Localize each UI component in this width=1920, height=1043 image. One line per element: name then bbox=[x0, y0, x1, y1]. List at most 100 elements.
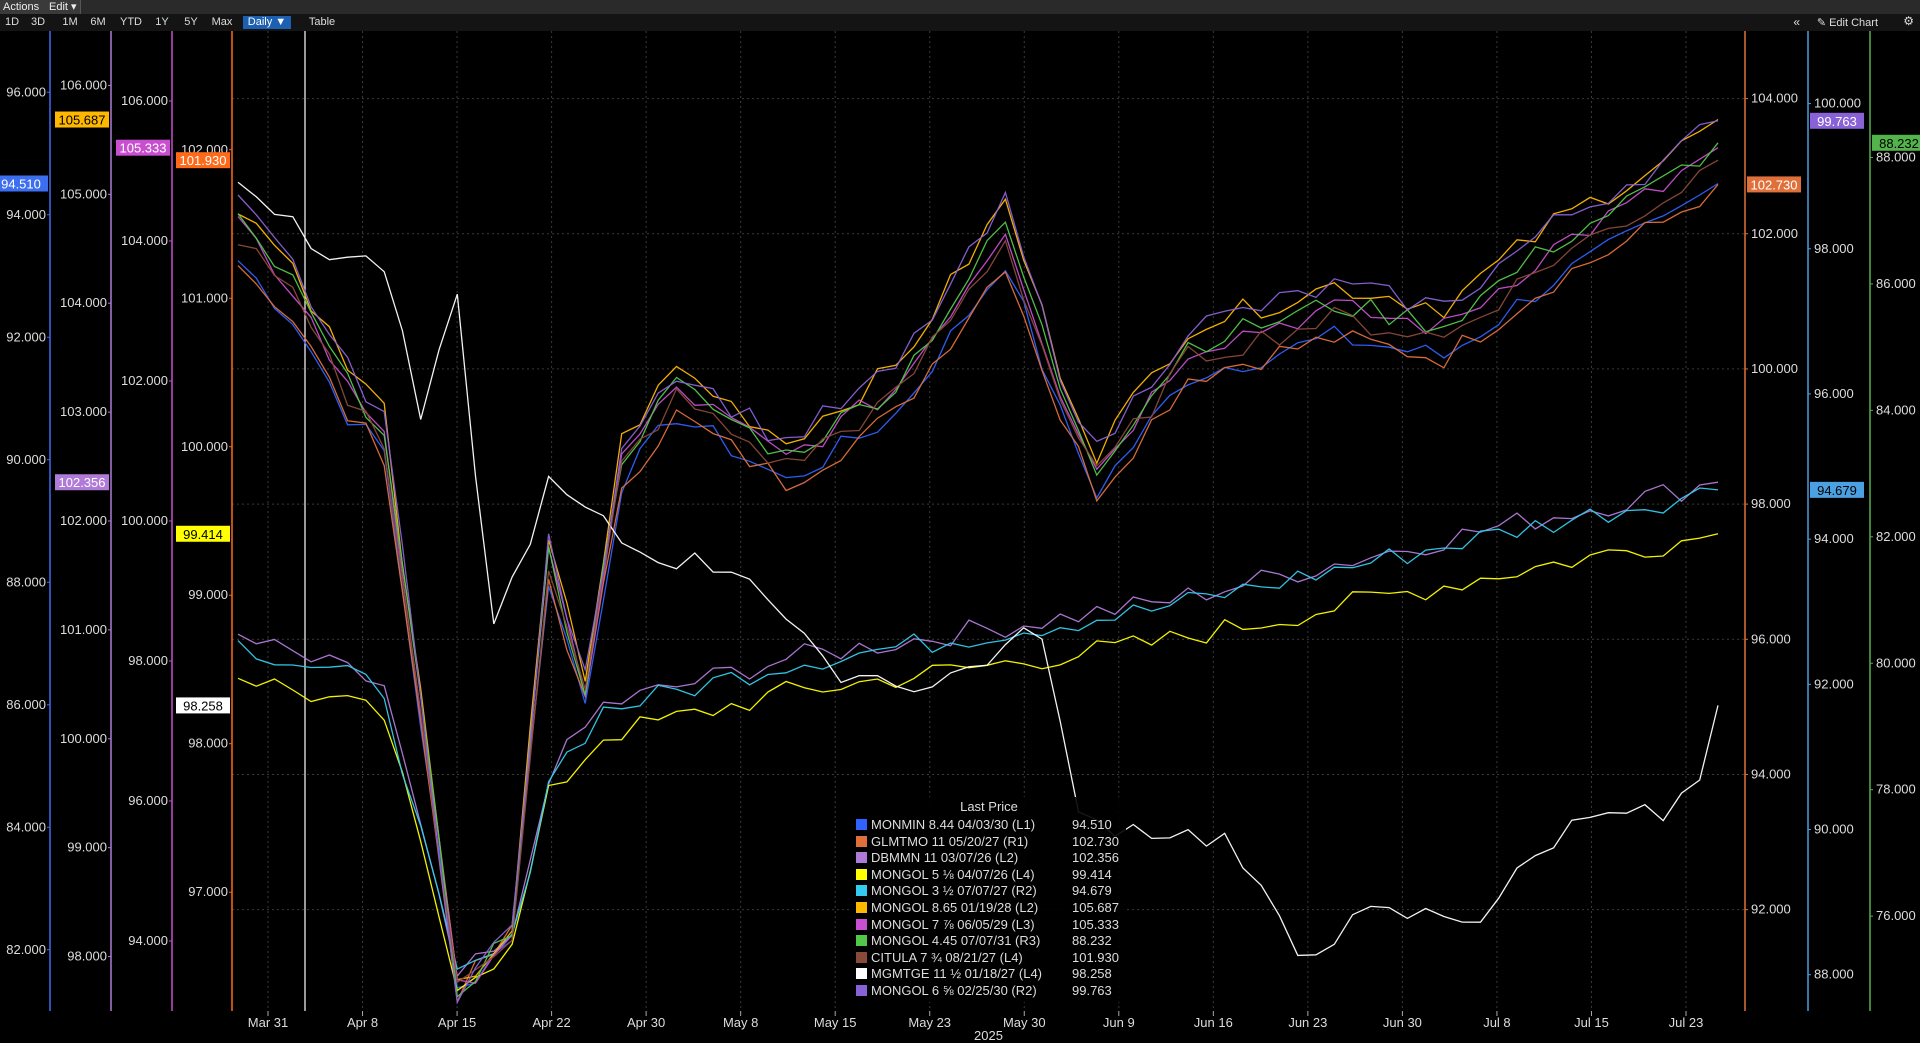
axis-tick-label: 101.000 bbox=[181, 290, 228, 305]
frequency-dropdown[interactable]: Daily ▼ bbox=[243, 16, 291, 29]
axis-tick-label: 106.000 bbox=[60, 77, 107, 92]
legend-series-value: 99.414 bbox=[1072, 866, 1112, 882]
last-price-tag-label: 94.679 bbox=[1817, 483, 1857, 498]
axis-tick-label: 104.000 bbox=[60, 295, 107, 310]
last-price-tag-label: 99.763 bbox=[1817, 114, 1857, 129]
legend-item[interactable]: MONMIN 8.44 04/03/30 (L1) 94.510 bbox=[852, 817, 1126, 834]
legend-swatch bbox=[856, 819, 867, 830]
actions-menu[interactable]: Actions ▾ bbox=[0, 0, 47, 27]
axis-tick-label: 78.000 bbox=[1876, 782, 1916, 797]
axis-tick-label: 98.000 bbox=[128, 653, 168, 668]
table-button[interactable]: Table bbox=[306, 16, 338, 29]
legend-series-name: MONGOL 3 ½ 07/07/27 (R2) bbox=[871, 883, 1037, 899]
x-tick-label: May 30 bbox=[1003, 1015, 1046, 1030]
last-price-tag-label: 94.510 bbox=[1, 177, 41, 192]
x-tick-label: Jun 23 bbox=[1288, 1015, 1327, 1030]
range-ytd-button[interactable]: YTD bbox=[120, 16, 142, 29]
legend-item[interactable]: MGMTGE 11 ½ 01/18/27 (L4) 98.258 bbox=[852, 966, 1126, 983]
axis-tick-label: 92.000 bbox=[6, 329, 46, 344]
legend-item[interactable]: DBMMN 11 03/07/26 (L2) 102.356 bbox=[852, 850, 1126, 867]
legend-item[interactable]: MONGOL 4.45 07/07/31 (R3) 88.232 bbox=[852, 933, 1126, 950]
axis-tick-label: 96.000 bbox=[6, 84, 46, 99]
range-3d-button[interactable]: 3D bbox=[30, 16, 46, 29]
axis-tick-label: 98.000 bbox=[188, 736, 228, 751]
axis-tick-label: 90.000 bbox=[6, 452, 46, 467]
legend-swatch bbox=[856, 835, 867, 847]
x-tick-label: May 8 bbox=[723, 1015, 758, 1030]
legend-series-name: MONGOL 6 ⅝ 02/25/30 (R2) bbox=[871, 982, 1037, 998]
legend: Last Price MONMIN 8.44 04/03/30 (L1) 94.5… bbox=[852, 797, 1126, 1002]
x-tick-label: Apr 30 bbox=[627, 1015, 665, 1030]
x-tick-label: Apr 8 bbox=[347, 1015, 378, 1030]
legend-item[interactable]: CITULA 7 ¾ 08/21/27 (L4) 101.930 bbox=[852, 950, 1126, 967]
range-6m-button[interactable]: 6M bbox=[90, 16, 106, 29]
x-axis-year-label: 2025 bbox=[974, 1028, 1003, 1043]
axis-tick-label: 82.000 bbox=[1876, 529, 1916, 544]
legend-swatch bbox=[856, 968, 867, 980]
axis-tick-label: 92.000 bbox=[1814, 676, 1854, 691]
axis-tick-label: 103.000 bbox=[60, 404, 107, 419]
last-price-tag-label: 88.232 bbox=[1879, 136, 1919, 151]
last-price-tag-label: 105.333 bbox=[120, 141, 167, 156]
range-5y-button[interactable]: 5Y bbox=[183, 16, 199, 29]
axis-tick-label: 96.000 bbox=[1751, 631, 1791, 646]
legend-series-name: MONGOL 7 ⅞ 06/05/29 (L3) bbox=[871, 916, 1035, 932]
last-price-tag-label: 99.414 bbox=[183, 527, 223, 542]
legend-series-value: 105.687 bbox=[1072, 899, 1119, 915]
axis-tick-label: 84.000 bbox=[6, 819, 46, 834]
x-tick-label: Jun 16 bbox=[1194, 1015, 1233, 1030]
edit-chart-button[interactable]: ✎ Edit Chart bbox=[1817, 16, 1878, 29]
legend-item[interactable]: MONGOL 7 ⅞ 06/05/29 (L3) 105.333 bbox=[852, 917, 1126, 934]
legend-swatch bbox=[856, 935, 867, 947]
gear-icon[interactable]: ⚙ bbox=[1903, 14, 1914, 28]
legend-series-name: CITULA 7 ¾ 08/21/27 (L4) bbox=[871, 949, 1023, 965]
range-1y-button[interactable]: 1Y bbox=[154, 16, 170, 29]
x-tick-label: Jul 8 bbox=[1483, 1015, 1510, 1030]
x-tick-label: Jun 30 bbox=[1383, 1015, 1422, 1030]
x-tick-label: Jul 23 bbox=[1669, 1015, 1704, 1030]
legend-item[interactable]: MONGOL 8.65 01/19/28 (L2) 105.687 bbox=[852, 900, 1126, 917]
range-bar: 1D 3D 1M 6M YTD 1Y 5Y Max Daily ▼ Table … bbox=[0, 14, 1920, 31]
legend-item[interactable]: MONGOL 5 ⅛ 04/07/26 (L4) 99.414 bbox=[852, 867, 1126, 884]
legend-series-value: 101.930 bbox=[1072, 949, 1119, 965]
top-menu-bar: Actions ▾ Edit ▾ bbox=[0, 0, 1920, 27]
range-max-button[interactable]: Max bbox=[211, 16, 233, 29]
edit-menu[interactable]: Edit ▾ bbox=[46, 0, 81, 14]
axis-tick-label: 98.000 bbox=[67, 949, 107, 964]
axis-tick-label: 96.000 bbox=[1814, 386, 1854, 401]
axis-tick-label: 94.000 bbox=[128, 933, 168, 948]
collapse-icon[interactable]: « bbox=[1793, 15, 1800, 29]
axis-tick-label: 101.000 bbox=[60, 622, 107, 637]
x-tick-label: May 23 bbox=[908, 1015, 951, 1030]
legend-series-name: MONMIN 8.44 04/03/30 (L1) bbox=[871, 817, 1036, 832]
x-tick-label: Jul 15 bbox=[1574, 1015, 1609, 1030]
axis-tick-label: 76.000 bbox=[1876, 908, 1916, 923]
axis-tick-label: 97.000 bbox=[188, 884, 228, 899]
legend-item[interactable]: GLMTMO 11 05/20/27 (R1) 102.730 bbox=[852, 834, 1126, 851]
last-price-tag-label: 105.687 bbox=[59, 113, 106, 128]
axis-tick-label: 94.000 bbox=[6, 207, 46, 222]
axis-tick-label: 92.000 bbox=[1751, 902, 1791, 917]
axis-tick-label: 98.000 bbox=[1814, 241, 1854, 256]
axis-tick-label: 104.000 bbox=[1751, 91, 1798, 106]
legend-swatch bbox=[856, 951, 867, 963]
axis-tick-label: 94.000 bbox=[1751, 766, 1791, 781]
range-1m-button[interactable]: 1M bbox=[62, 16, 78, 29]
legend-series-value: 94.679 bbox=[1072, 883, 1112, 899]
axis-tick-label: 100.000 bbox=[60, 731, 107, 746]
axis-tick-label: 88.000 bbox=[6, 574, 46, 589]
legend-series-value: 88.232 bbox=[1072, 933, 1112, 949]
legend-item[interactable]: MONGOL 3 ½ 07/07/27 (R2) 94.679 bbox=[852, 883, 1126, 900]
axis-tick-label: 84.000 bbox=[1876, 402, 1916, 417]
axis-tick-label: 102.000 bbox=[121, 373, 168, 388]
legend-swatch bbox=[856, 901, 867, 913]
axis-tick-label: 105.000 bbox=[60, 186, 107, 201]
range-1d-button[interactable]: 1D bbox=[4, 16, 20, 29]
axis-tick-label: 80.000 bbox=[1876, 655, 1916, 670]
legend-series-name: MONGOL 8.65 01/19/28 (L2) bbox=[871, 899, 1039, 915]
legend-item[interactable]: MONGOL 6 ⅝ 02/25/30 (R2) 99.763 bbox=[852, 983, 1126, 1000]
legend-swatch bbox=[856, 918, 867, 930]
last-price-tag-label: 102.730 bbox=[1751, 177, 1798, 192]
axis-tick-label: 96.000 bbox=[128, 793, 168, 808]
legend-series-value: 102.730 bbox=[1072, 833, 1119, 849]
